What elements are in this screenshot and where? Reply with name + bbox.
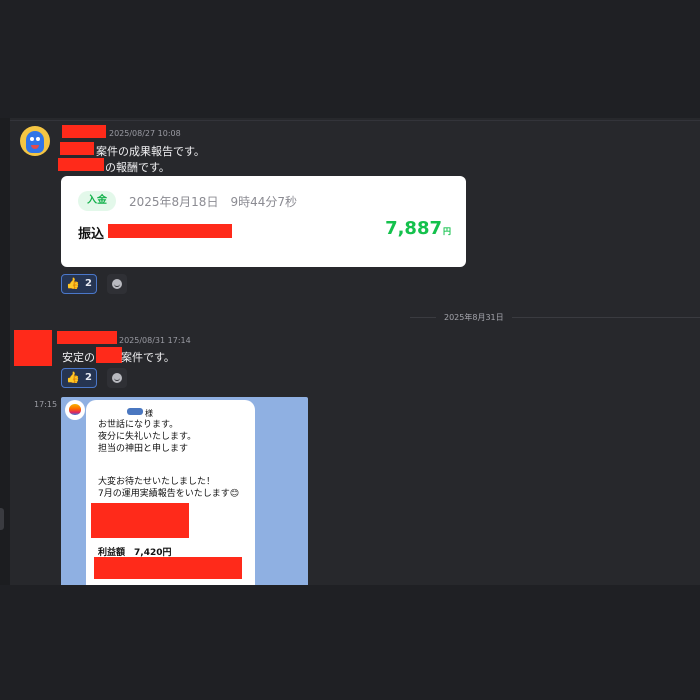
add-reaction-button[interactable] [107,274,127,294]
reaction-thumbs-up[interactable]: 👍 2 [61,274,97,294]
screenshot-attachment[interactable]: 様 お世話になります。 夜分に失礼いたします。 担当の神田と申します 大変お待た… [61,397,308,585]
redacted-username [62,125,106,138]
chat-top-border [10,120,700,121]
amount-unit: 円 [443,227,451,236]
message-timestamp: 2025/08/31 17:14 [119,336,191,345]
redacted-text [60,142,94,155]
reaction-count: 2 [85,372,92,383]
deposit-datetime: 2025年8月18日 9時44分7秒 [129,195,297,209]
message-time: 17:15 [34,400,58,409]
deposit-receipt-card[interactable]: 入金 2025年8月18日 9時44分7秒 振込 7,887円 [61,176,466,267]
thumbs-up-icon: 👍 [66,371,80,384]
redacted-payer [108,224,232,238]
message-line: の報酬です。 [105,161,170,174]
add-reaction-icon [112,279,122,289]
redacted-block [94,557,242,579]
obscured-name [127,408,143,415]
greeting-line: 担当の神田と申します [98,444,189,454]
reaction-thumbs-up[interactable]: 👍 2 [61,368,97,388]
redacted-avatar [14,330,52,366]
sender-avatar [65,400,85,420]
smile-emoji-icon: 😊 [229,489,240,499]
avatar-face [26,131,44,153]
thumbs-up-icon: 👍 [66,277,80,290]
amount-value: 7,887 [385,218,442,239]
avatar-eye [30,137,34,141]
top-dark-band [0,0,700,118]
redacted-text [58,158,104,171]
user-avatar-icon[interactable] [20,126,50,156]
deposit-badge: 入金 [78,191,116,211]
message-text-prefix: 安定の [62,351,95,364]
date-divider-label: 2025年8月31日 [436,312,512,323]
screenshot-message-bubble: 様 お世話になります。 夜分に失礼いたします。 担当の神田と申します 大変お待た… [86,400,255,585]
apple-icon [69,404,81,415]
report-line: 7月の運用実績報告をいたします😊 [98,486,239,499]
deposit-amount: 7,887円 [385,218,451,239]
chat-panel: 2025/08/27 10:08 案件の成果報告です。 の報酬です。 入金 20… [10,118,700,585]
report-text: 7月の運用実績報告をいたします [98,489,230,499]
rail-handle[interactable] [0,508,4,530]
reaction-count: 2 [85,278,92,289]
message-text-suffix: 案件です。 [121,351,175,364]
bottom-dark-band [0,585,700,700]
add-reaction-button[interactable] [107,368,127,388]
message-line: 案件の成果報告です。 [96,145,205,158]
redacted-text [96,347,122,363]
transfer-label: 振込 [78,227,105,242]
redacted-username [57,331,117,344]
add-reaction-icon [112,373,122,383]
avatar-eye [36,137,40,141]
message-timestamp: 2025/08/27 10:08 [109,129,181,138]
redacted-block [91,503,189,538]
